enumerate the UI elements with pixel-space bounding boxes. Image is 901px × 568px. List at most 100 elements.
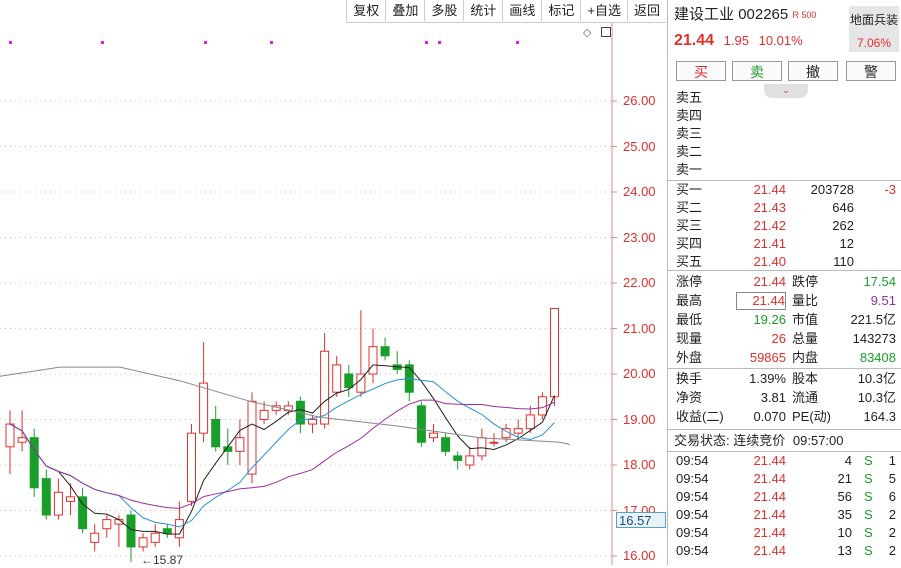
stat-label: 最高: [676, 293, 703, 308]
alert-button[interactable]: 警: [846, 61, 896, 81]
stock-badge: R 500: [792, 10, 817, 20]
buy-level: 买五 21.40 110: [676, 253, 898, 271]
tick-count: 2: [888, 543, 896, 558]
stock-code: 002265: [738, 6, 789, 23]
buy-button[interactable]: 买: [676, 61, 726, 81]
tick-count: 5: [888, 471, 896, 486]
price-tick: 19.00: [623, 411, 656, 427]
toolbar-button[interactable]: 复权: [346, 0, 385, 21]
stat-label: 跌停: [792, 274, 819, 289]
fin-label: 换手: [676, 371, 703, 386]
buy-level: 买二 21.43 646: [676, 199, 898, 217]
stat-label: 量比: [792, 293, 819, 308]
toolbar-button[interactable]: 统计: [463, 0, 502, 21]
candle-body: [489, 441, 499, 444]
toolbar-button[interactable]: 画线: [502, 0, 541, 21]
fin-label: 股本: [792, 371, 819, 386]
tick-volume: 13: [837, 543, 852, 558]
buy-level-volume: 262: [832, 218, 854, 233]
tick-time: 09:54: [676, 525, 709, 540]
candle-body: [5, 423, 15, 448]
event-marker: [425, 41, 428, 44]
sell-level: 卖三: [676, 125, 898, 143]
buy-level-label: 买四: [676, 236, 703, 251]
divider: [668, 429, 901, 430]
stat-label: 外盘: [676, 350, 703, 365]
stat-label: 内盘: [792, 350, 819, 365]
buy-level-change: -3: [884, 182, 896, 197]
sell-level-label: 卖一: [676, 162, 703, 177]
cancel-order-button[interactable]: 撤: [788, 61, 838, 81]
buy-level-price: 21.40: [753, 254, 786, 269]
candle-body: [199, 382, 209, 434]
tick-time: 09:54: [676, 489, 709, 504]
buy-level-price: 21.41: [753, 236, 786, 251]
tick-side: S: [864, 453, 873, 468]
tick-row: 09:54 21.44 35 S 2: [676, 506, 898, 524]
candle-body: [550, 307, 559, 398]
candle-body: [453, 455, 463, 461]
candle-body: [380, 346, 390, 357]
stat-value: 83408: [859, 350, 896, 365]
tick-row: 09:54 21.44 56 S 6: [676, 488, 898, 506]
toolbar-button[interactable]: 叠加: [385, 0, 424, 21]
tick-volume: 56: [837, 489, 852, 504]
candle-body: [247, 400, 257, 475]
kline-svg[interactable]: [0, 0, 667, 565]
tick-side: S: [864, 525, 873, 540]
candle-body: [429, 432, 438, 439]
event-marker: [270, 41, 273, 44]
fin-value: 1.39%: [749, 371, 786, 386]
current-price-label: 16.57: [616, 512, 666, 528]
trade-status-value: 连续竞价: [733, 433, 786, 448]
buy-level-label: 买一: [676, 182, 703, 197]
stat-value: 59865: [749, 350, 786, 365]
toolbar-button[interactable]: 返回: [626, 0, 666, 21]
stat-row: 现量 26 总量 143273: [676, 330, 898, 348]
sell-level-label: 卖四: [676, 108, 703, 123]
last-price: 21.44: [674, 32, 715, 49]
toolbar-button[interactable]: 标记: [541, 0, 580, 21]
sell-level-label: 卖二: [676, 144, 703, 159]
window-toggle-icon[interactable]: [601, 27, 611, 37]
ma10-line: [9, 378, 555, 528]
tick-price: 21.44: [753, 471, 786, 486]
diamond-icon[interactable]: ◇: [583, 26, 591, 39]
buy-level: 买四 21.41 12: [676, 235, 898, 253]
event-marker: [204, 41, 207, 44]
sell-level: 卖四: [676, 107, 898, 125]
candle-body: [162, 528, 172, 534]
stat-value: 17.54: [863, 274, 896, 289]
candle-body: [187, 432, 196, 502]
tick-side: S: [864, 543, 873, 558]
sell-button[interactable]: 卖: [732, 61, 782, 81]
candle-body: [78, 496, 88, 530]
ma5-line: [9, 364, 555, 535]
candle-body: [90, 532, 100, 543]
tick-price: 21.44: [753, 489, 786, 504]
stat-value: 9.51: [870, 293, 896, 308]
price-tick: 21.00: [623, 320, 656, 336]
stat-value: 19.26: [753, 312, 786, 327]
toolbar-button[interactable]: 多股: [424, 0, 463, 21]
toolbar-button[interactable]: +自选: [580, 0, 627, 21]
fin-row: 净资 3.81 流通 10.3亿: [676, 389, 898, 407]
price-tick: 20.00: [623, 366, 656, 381]
candle-body: [513, 428, 523, 434]
stat-label: 市值: [792, 312, 819, 327]
kline-chart[interactable]: [0, 0, 667, 565]
event-marker: [516, 41, 519, 44]
buy-level-volume: 203728: [810, 182, 854, 197]
divider: [668, 270, 901, 271]
buy-level: 买一 21.44 203728 -3: [676, 181, 898, 199]
fin-value: 164.3: [863, 409, 896, 424]
price-line: 21.44 1.95 10.01%: [674, 32, 898, 50]
sell-level: 卖五: [676, 89, 898, 107]
buy-level-price: 21.44: [753, 182, 786, 197]
tick-time: 09:54: [676, 507, 709, 522]
candle-body: [332, 364, 342, 393]
stat-row: 最低 19.26 市值 221.5亿: [676, 311, 898, 329]
event-marker: [438, 41, 441, 44]
tick-side: S: [864, 471, 873, 486]
event-marker: [9, 41, 12, 44]
